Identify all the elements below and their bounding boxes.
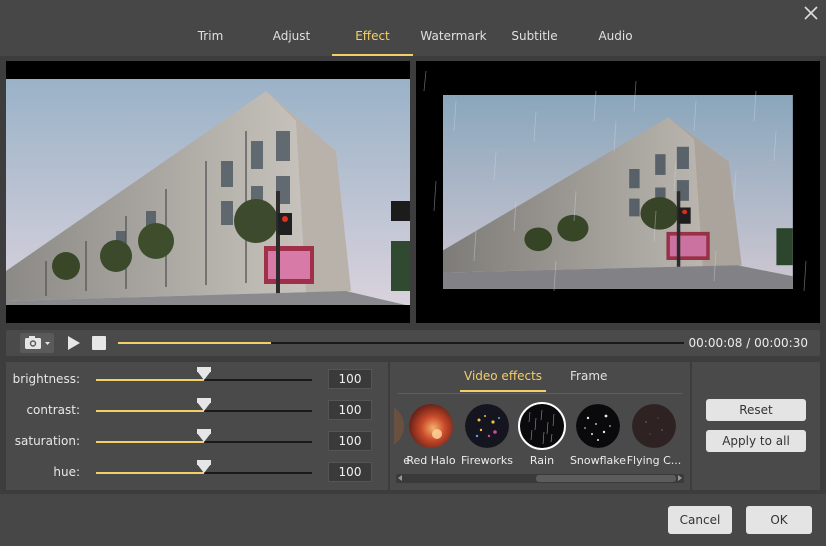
contrast-fill [96,410,204,412]
stop-icon[interactable] [92,336,106,350]
actions-panel: Reset Apply to all [692,362,820,490]
current-time: 00:00:08 [688,336,743,350]
snowflake-thumbnail [576,404,620,448]
brightness-thumb[interactable] [197,367,211,380]
red-halo-thumbnail [409,404,453,448]
apply-to-all-button[interactable]: Apply to all [706,430,806,452]
saturation-slider[interactable] [96,429,312,443]
fireworks-thumbnail [465,404,509,448]
original-preview [6,61,410,323]
effect-item-fireworks[interactable]: Fireworks [457,402,517,467]
effect-label: Rain [529,454,555,467]
effect-tabs: Video effects Frame [460,366,631,392]
effect-label: Snowflake [569,454,627,467]
effect-item-red-halo[interactable]: Red Halo [401,402,461,467]
dialog-footer: Cancel OK [0,494,826,546]
effect-item-flying-c[interactable]: Flying C... [624,402,684,467]
effects-scrollbar[interactable] [396,474,684,483]
effect-item-snowflake[interactable]: Snowflake [568,402,628,467]
tab-effect[interactable]: Effect [332,20,413,56]
scrollbar-thumb[interactable] [536,475,676,482]
editor-tabs: Trim Adjust Effect Watermark Subtitle Au… [170,20,656,56]
effect-tabs-divider [398,393,682,394]
tab-subtitle[interactable]: Subtitle [494,20,575,56]
contrast-row: contrast: 100 [6,398,388,422]
contrast-value[interactable]: 100 [328,400,372,420]
hue-slider[interactable] [96,460,312,474]
timecode: 00:00:08 / 00:00:30 [689,330,808,356]
tab-watermark[interactable]: Watermark [413,20,494,56]
saturation-row: saturation: 100 [6,429,388,453]
effect-video-frame [423,70,807,292]
contrast-thumb[interactable] [197,398,211,411]
rain-thumbnail [518,402,566,450]
brightness-value[interactable]: 100 [328,369,372,389]
snapshot-button[interactable] [20,333,54,353]
tab-video-effects[interactable]: Video effects [460,366,547,392]
reset-button[interactable]: Reset [706,399,806,421]
time-separator: / [742,336,755,350]
saturation-value[interactable]: 100 [328,431,372,451]
brightness-slider[interactable] [96,367,312,381]
ok-button[interactable]: OK [746,506,812,534]
hue-thumb[interactable] [197,460,211,473]
tab-adjust[interactable]: Adjust [251,20,332,56]
timeline-progress [118,342,271,344]
saturation-fill [96,441,204,443]
hue-fill [96,472,204,474]
playback-bar: 00:00:08 / 00:00:30 [6,330,820,356]
tab-trim[interactable]: Trim [170,20,251,56]
tab-frame[interactable]: Frame [566,366,611,392]
effect-label: Fireworks [461,454,513,467]
effect-label: Flying C... [626,454,682,467]
saturation-thumb[interactable] [197,429,211,442]
adjustments-panel: brightness: 100 contrast: 100 saturation… [6,362,388,490]
playback-timeline[interactable] [118,342,684,344]
saturation-label: saturation: [14,434,80,448]
scroll-left-icon[interactable] [398,475,402,481]
contrast-slider[interactable] [96,398,312,412]
hue-value[interactable]: 100 [328,462,372,482]
effects-list: e Red Halo Fireworks Rain Snowflake Flyi… [394,402,686,474]
effect-item-rain[interactable]: Rain [512,402,572,467]
top-tab-bar: Trim Adjust Effect Watermark Subtitle Au… [0,0,826,56]
contrast-label: contrast: [26,403,80,417]
play-icon[interactable] [66,335,82,351]
effect-preview [416,61,820,323]
original-video-frame [6,79,410,323]
total-time: 00:00:30 [754,336,808,350]
brightness-row: brightness: 100 [6,367,388,391]
hue-row: hue: 100 [6,460,388,484]
hue-label: hue: [53,465,80,479]
tab-audio[interactable]: Audio [575,20,656,56]
brightness-fill [96,379,204,381]
close-icon[interactable] [802,4,820,22]
cancel-button[interactable]: Cancel [668,506,732,534]
brightness-label: brightness: [12,372,80,386]
effects-panel: Video effects Frame e Red Halo Fireworks… [390,362,690,490]
camera-icon [25,336,50,349]
scroll-right-icon[interactable] [678,475,682,481]
flying-c-thumbnail [632,404,676,448]
effect-label: Red Halo [406,454,456,467]
